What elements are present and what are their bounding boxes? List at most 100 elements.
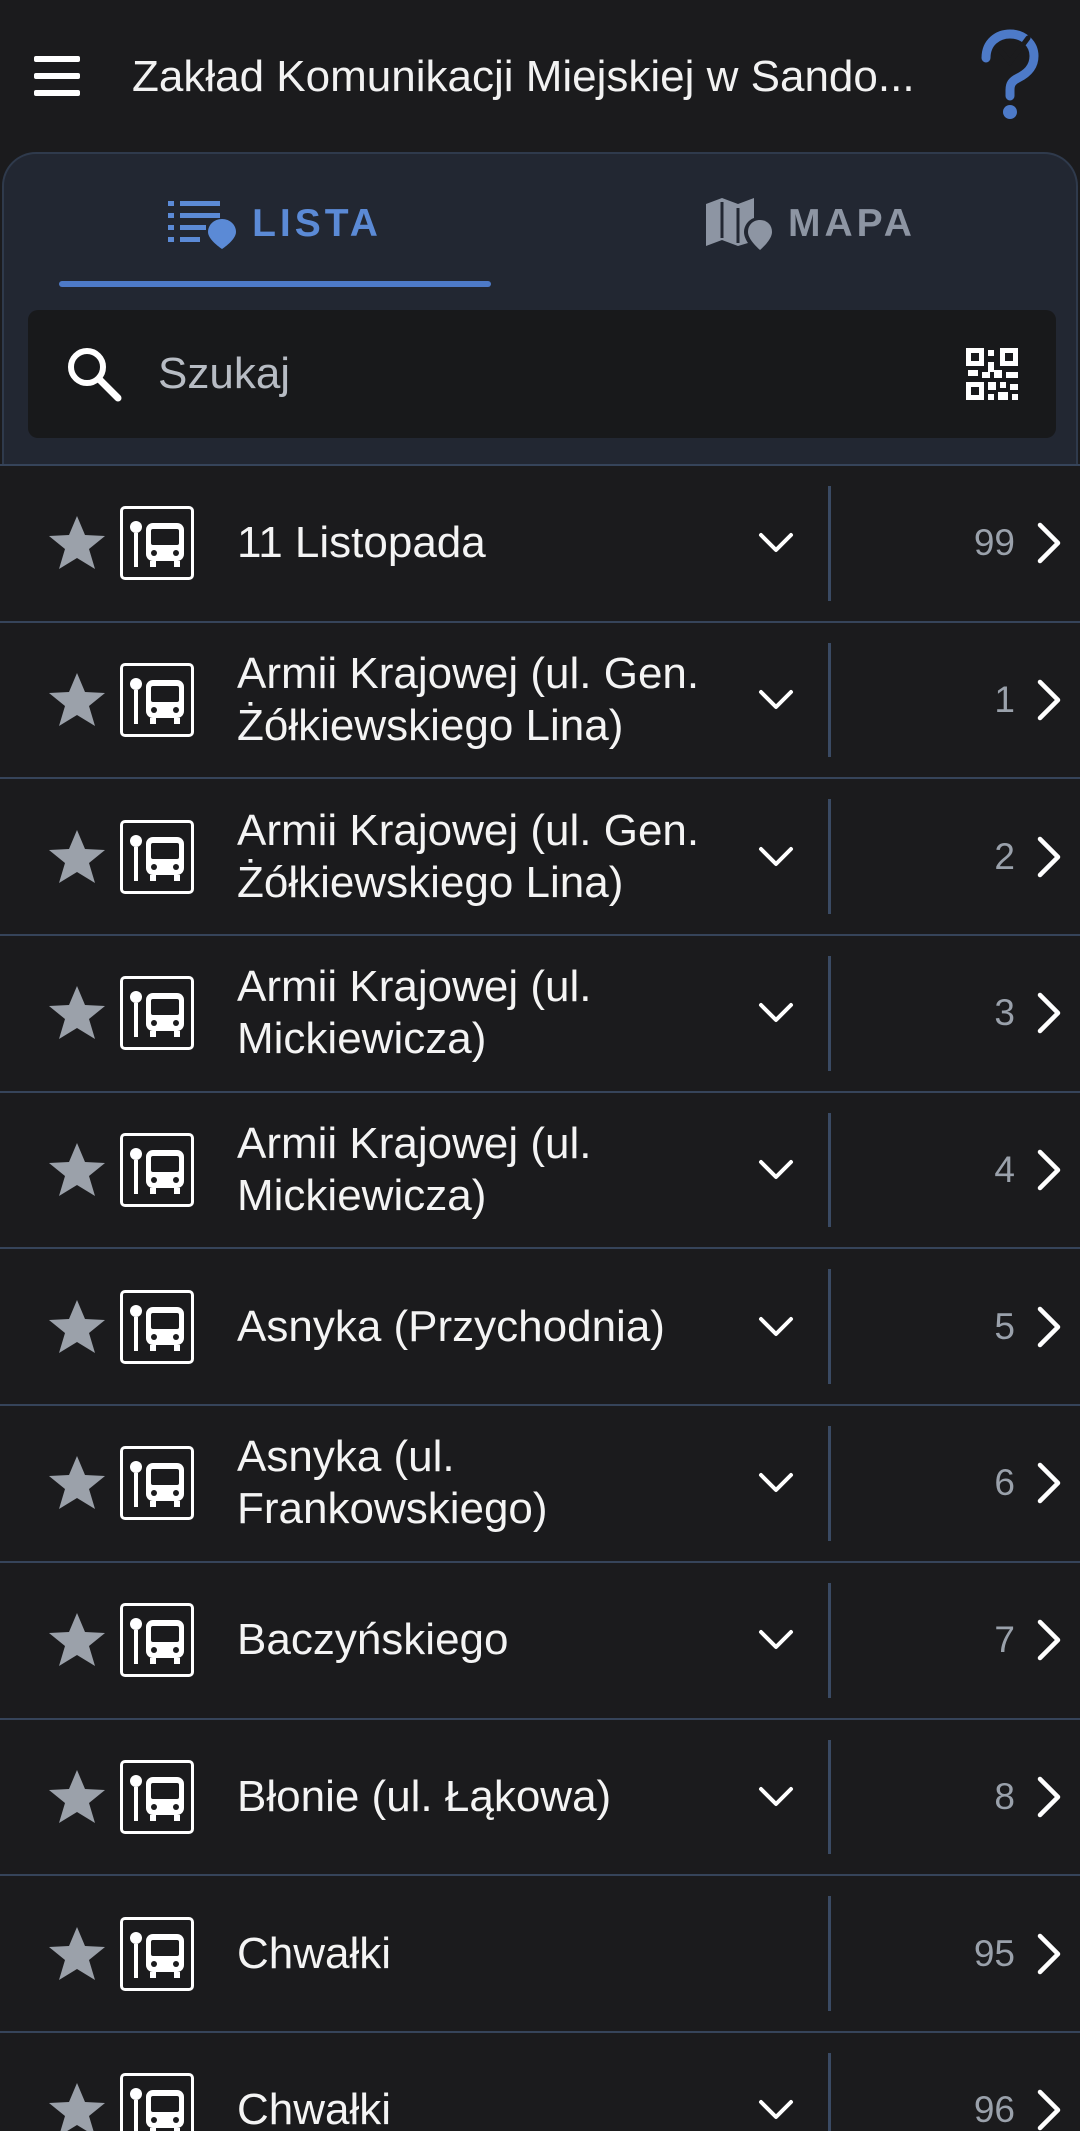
stop-number: 8: [994, 1775, 1015, 1817]
chevron-right-icon[interactable]: [1036, 1462, 1062, 1504]
bus-stop-icon: [120, 976, 194, 1051]
chevron-right-icon[interactable]: [1036, 1933, 1062, 1975]
bus-stop-icon: [120, 1133, 194, 1208]
help-question-icon[interactable]: [972, 28, 1042, 124]
chevron-down-icon[interactable]: [758, 1628, 794, 1652]
chevron-right-icon[interactable]: [1036, 1619, 1062, 1661]
bus-stop-icon: [120, 1446, 194, 1521]
chevron-right-icon[interactable]: [1036, 2089, 1062, 2131]
chevron-down-icon[interactable]: [758, 1785, 794, 1809]
stop-row[interactable]: Asnyka (ul. Frankowskiego) 6: [0, 1404, 1080, 1561]
star-favorite-icon[interactable]: [47, 2081, 107, 2131]
row-divider: [828, 486, 831, 601]
active-tab-indicator: [59, 281, 491, 287]
stop-name[interactable]: 11 Listopada: [237, 517, 737, 569]
chevron-down-icon[interactable]: [758, 1315, 794, 1339]
stop-name[interactable]: Armii Krajowej (ul. Gen. Żółkiewskiego L…: [237, 805, 737, 909]
app-bar: Zakład Komunikacji Miejskiej w Sando...: [0, 0, 1080, 152]
stop-row[interactable]: Armii Krajowej (ul. Mickiewicza) 4: [0, 1090, 1080, 1248]
menu-icon-bar: [34, 90, 80, 96]
chevron-right-icon[interactable]: [1036, 836, 1062, 878]
chevron-down-icon[interactable]: [758, 1471, 794, 1495]
row-divider: [828, 956, 831, 1071]
stop-number: 3: [994, 992, 1015, 1034]
search-icon: [68, 348, 122, 402]
chevron-down-icon[interactable]: [758, 2098, 794, 2122]
stop-row[interactable]: 11 Listopada 99: [0, 464, 1080, 621]
chevron-right-icon[interactable]: [1036, 522, 1062, 564]
row-divider: [828, 1269, 831, 1385]
stop-number: 95: [973, 1932, 1015, 1974]
stop-number: 2: [994, 835, 1015, 877]
qr-code-icon[interactable]: [966, 348, 1018, 400]
tab-mapa[interactable]: MAPA: [594, 174, 1026, 274]
stop-number: 96: [973, 2089, 1015, 2131]
stop-number: 99: [973, 522, 1015, 564]
stop-row[interactable]: Chwałki 96: [0, 2030, 1080, 2131]
chevron-right-icon[interactable]: [1036, 1776, 1062, 1818]
stop-number: 4: [994, 1149, 1015, 1191]
row-divider: [828, 642, 831, 758]
app-title: Zakład Komunikacji Miejskiej w Sando...: [132, 52, 915, 101]
chevron-right-icon[interactable]: [1036, 1149, 1062, 1191]
star-favorite-icon[interactable]: [47, 671, 107, 729]
chevron-right-icon[interactable]: [1036, 992, 1062, 1034]
star-favorite-icon[interactable]: [47, 1925, 107, 1983]
bus-stop-icon: [120, 663, 194, 738]
star-favorite-icon[interactable]: [47, 514, 107, 572]
chevron-down-icon[interactable]: [758, 1001, 794, 1025]
tab-lista[interactable]: LISTA: [59, 174, 491, 274]
star-favorite-icon[interactable]: [47, 1298, 107, 1356]
chevron-down-icon[interactable]: [758, 688, 794, 712]
stop-row[interactable]: Armii Krajowej (ul. Mickiewicza) 3: [0, 934, 1080, 1091]
chevron-down-icon[interactable]: [758, 1158, 794, 1182]
stop-row[interactable]: Chwałki 95: [0, 1874, 1080, 2031]
menu-icon[interactable]: [34, 40, 98, 112]
chevron-down-icon[interactable]: [758, 845, 794, 869]
stop-row[interactable]: Baczyńskiego 7: [0, 1560, 1080, 1718]
star-favorite-icon[interactable]: [47, 1141, 107, 1199]
stop-name[interactable]: Asnyka (ul. Frankowskiego): [237, 1431, 737, 1535]
stop-name[interactable]: Błonie (ul. Łąkowa): [237, 1771, 737, 1823]
row-divider: [828, 1739, 831, 1855]
menu-icon-bar: [34, 73, 80, 79]
stop-name[interactable]: Asnyka (Przychodnia): [237, 1301, 737, 1353]
chevron-right-icon[interactable]: [1036, 1306, 1062, 1348]
bus-stop-icon: [120, 2073, 194, 2131]
map-pin-icon: [706, 198, 773, 250]
stop-row[interactable]: Błonie (ul. Łąkowa) 8: [0, 1717, 1080, 1875]
star-favorite-icon[interactable]: [47, 1454, 107, 1512]
bus-stop-icon: [120, 1759, 194, 1834]
list-pin-icon: [168, 201, 237, 249]
row-divider: [828, 2052, 831, 2131]
tab-lista-label: LISTA: [252, 202, 382, 245]
stop-name[interactable]: Chwałki: [237, 2084, 737, 2131]
star-favorite-icon[interactable]: [47, 1768, 107, 1826]
stop-name[interactable]: Armii Krajowej (ul. Mickiewicza): [237, 1118, 737, 1222]
stop-name[interactable]: Chwałki: [237, 1928, 737, 1980]
stop-list: 11 Listopada 99 Armii Krajowej (ul. Gen.…: [0, 464, 1080, 2131]
stop-row[interactable]: Armii Krajowej (ul. Gen. Żółkiewskiego L…: [0, 620, 1080, 778]
star-favorite-icon[interactable]: [47, 984, 107, 1042]
star-favorite-icon[interactable]: [47, 828, 107, 886]
bus-stop-icon: [120, 506, 194, 581]
menu-icon-bar: [34, 56, 80, 62]
stop-name[interactable]: Armii Krajowej (ul. Mickiewicza): [237, 961, 737, 1065]
row-divider: [828, 1426, 831, 1541]
stop-number: 1: [994, 679, 1015, 721]
search-box[interactable]: [28, 310, 1056, 438]
bus-stop-icon: [120, 1289, 194, 1364]
chevron-down-icon[interactable]: [758, 531, 794, 555]
stop-number: 7: [994, 1619, 1015, 1661]
stop-row[interactable]: Armii Krajowej (ul. Gen. Żółkiewskiego L…: [0, 777, 1080, 935]
bus-stop-icon: [120, 819, 194, 894]
star-favorite-icon[interactable]: [47, 1611, 107, 1669]
stop-name[interactable]: Armii Krajowej (ul. Gen. Żółkiewskiego L…: [237, 648, 737, 752]
stop-number: 6: [994, 1462, 1015, 1504]
chevron-right-icon[interactable]: [1036, 679, 1062, 721]
row-divider: [828, 1112, 831, 1228]
bus-stop-icon: [120, 1916, 194, 1991]
search-input[interactable]: [158, 336, 938, 412]
stop-name[interactable]: Baczyńskiego: [237, 1614, 737, 1666]
stop-row[interactable]: Asnyka (Przychodnia) 5: [0, 1247, 1080, 1405]
